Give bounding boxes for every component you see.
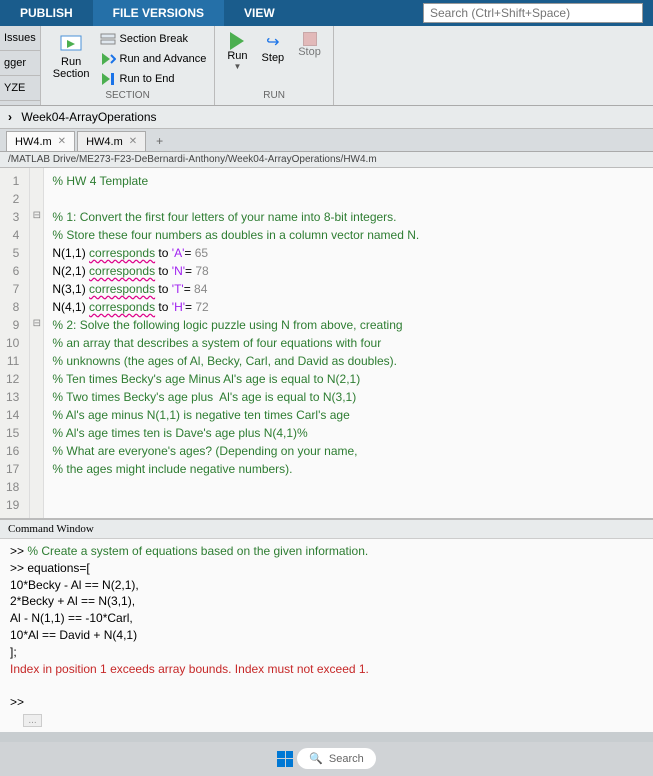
close-icon[interactable]: ✕	[129, 136, 137, 147]
file-tabs: HW4.m✕ HW4.m✕ +	[0, 129, 653, 152]
file-tab-hw4-1[interactable]: HW4.m✕	[6, 131, 75, 151]
play-icon	[230, 32, 244, 50]
cmd-line: 10*Al == David + N(4,1)	[10, 627, 643, 644]
run-section-icon	[59, 32, 83, 56]
code-line[interactable]: % an array that describes a system of fo…	[52, 334, 419, 352]
code-line[interactable]: % Two times Becky's age plus Al's age is…	[52, 388, 419, 406]
code-line[interactable]: N(1,1) corresponds to 'A'= 65	[52, 244, 419, 262]
code-line[interactable]: % 1: Convert the first four letters of y…	[52, 208, 419, 226]
cmd-line: >> % Create a system of equations based …	[10, 543, 643, 560]
cmd-line: >> equations=[	[10, 560, 643, 577]
tab-publish[interactable]: PUBLISH	[0, 0, 93, 26]
code-line[interactable]: % Ten times Becky's age Minus Al's age i…	[52, 370, 419, 388]
left-tabs: Issues gger YZE	[0, 26, 41, 105]
code-line[interactable]: N(3,1) corresponds to 'T'= 84	[52, 280, 419, 298]
tab-file-versions[interactable]: FILE VERSIONS	[93, 0, 224, 26]
run-section-button[interactable]: Run Section	[49, 30, 94, 88]
step-button[interactable]: ↪ Step	[258, 30, 289, 73]
run-button[interactable]: Run ▼	[223, 30, 251, 73]
command-window-body[interactable]: >> % Create a system of equations based …	[0, 539, 653, 732]
breadcrumb[interactable]: › Week04-ArrayOperations	[0, 106, 653, 129]
cmd-line: >>	[10, 694, 643, 711]
cmd-line: 10*Becky - Al == N(2,1),	[10, 577, 643, 594]
editor[interactable]: 12345678910111213141516171819 ⊟⊟ % HW 4 …	[0, 168, 653, 518]
magnifier-icon: 🔍	[309, 752, 323, 765]
code-line[interactable]: % the ages might include negative number…	[52, 460, 419, 478]
main-tabs: PUBLISH FILE VERSIONS VIEW	[0, 0, 653, 26]
section-break-button[interactable]: Section Break	[100, 30, 207, 48]
chevron-right-icon: ›	[8, 110, 12, 124]
code-line[interactable]: % Al's age minus N(1,1) is negative ten …	[52, 406, 419, 424]
section-group-label: SECTION	[49, 88, 207, 101]
ribbon-group-section: Run Section Section Break Run and Advanc…	[41, 26, 216, 105]
cmd-line: Index in position 1 exceeds array bounds…	[10, 661, 643, 678]
run-to-end-icon	[100, 71, 116, 87]
code-line[interactable]: % HW 4 Template	[52, 172, 419, 190]
code-line[interactable]: N(2,1) corresponds to 'N'= 78	[52, 262, 419, 280]
run-advance-icon	[100, 51, 116, 67]
stop-button[interactable]: Stop	[294, 30, 325, 73]
code-line[interactable]: % 2: Solve the following logic puzzle us…	[52, 316, 419, 334]
command-window-title: Command Window	[0, 520, 653, 539]
cmd-line: Al - N(1,1) == -10*Carl,	[10, 610, 643, 627]
code-line[interactable]	[52, 496, 419, 514]
windows-logo-icon[interactable]	[277, 751, 293, 767]
ribbon: Issues gger YZE Run Section Section Brea…	[0, 26, 653, 106]
code-area[interactable]: % HW 4 Template % 1: Convert the first fo…	[44, 168, 427, 518]
run-dropdown-icon[interactable]: ▼	[233, 62, 241, 71]
close-icon[interactable]: ✕	[58, 136, 66, 147]
cmd-line: ];	[10, 644, 643, 661]
taskbar-search[interactable]: 🔍 Search	[297, 748, 376, 769]
code-line[interactable]	[52, 190, 419, 208]
cmd-line: ...	[10, 711, 643, 728]
taskbar: 🔍 Search	[0, 742, 653, 776]
run-to-end-button[interactable]: Run to End	[100, 70, 207, 88]
left-tab-issues[interactable]: Issues	[0, 26, 40, 51]
ribbon-group-run: Run ▼ ↪ Step Stop RUN	[215, 26, 333, 105]
cmd-line	[10, 677, 643, 694]
code-line[interactable]: % Al's age times ten is Dave's age plus …	[52, 424, 419, 442]
stop-icon	[303, 32, 317, 46]
left-tab-gger[interactable]: gger	[0, 51, 40, 76]
code-line[interactable]: N(4,1) corresponds to 'H'= 72	[52, 298, 419, 316]
cmd-line: 2*Becky + Al == N(3,1),	[10, 593, 643, 610]
step-icon: ↪	[266, 32, 279, 52]
line-numbers: 12345678910111213141516171819	[0, 168, 30, 518]
tab-view[interactable]: VIEW	[224, 0, 295, 26]
left-tab-yze[interactable]: YZE	[0, 76, 40, 101]
file-tab-hw4-2[interactable]: HW4.m✕	[77, 131, 146, 151]
code-line[interactable]: % unknowns (the ages of Al, Becky, Carl,…	[52, 352, 419, 370]
code-line[interactable]: % Store these four numbers as doubles in…	[52, 226, 419, 244]
run-and-advance-button[interactable]: Run and Advance	[100, 50, 207, 68]
code-line[interactable]	[52, 478, 419, 496]
run-group-label: RUN	[223, 88, 324, 101]
section-break-icon	[100, 31, 116, 47]
fold-column[interactable]: ⊟⊟	[30, 168, 44, 518]
search-input[interactable]	[423, 3, 643, 23]
file-path: /MATLAB Drive/ME273-F23-DeBernardi-Antho…	[0, 152, 653, 168]
new-tab-button[interactable]: +	[148, 131, 171, 151]
search-box	[423, 3, 643, 23]
code-line[interactable]: % What are everyone's ages? (Depending o…	[52, 442, 419, 460]
